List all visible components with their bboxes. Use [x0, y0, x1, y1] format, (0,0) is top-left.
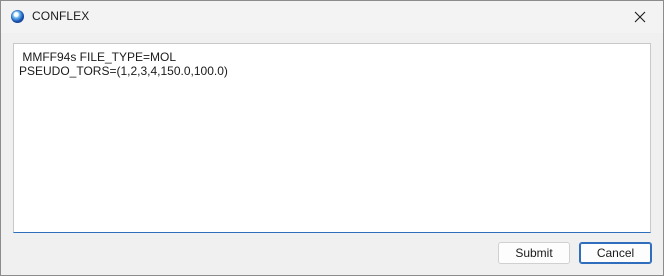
input-line-2: PSEUDO_TORS=(1,2,3,4,150.0,100.0) [19, 64, 228, 78]
cancel-button[interactable]: Cancel [579, 242, 652, 264]
conflex-dialog: CONFLEX MMFF94s FILE_TYPE=MOL PSEUDO_TOR… [0, 0, 664, 276]
submit-button[interactable]: Submit [498, 242, 570, 264]
window-title: CONFLEX [32, 9, 90, 23]
title-bar[interactable]: CONFLEX [1, 1, 663, 33]
conflex-app-icon [11, 10, 24, 23]
input-line-1: MMFF94s FILE_TYPE=MOL [19, 50, 177, 64]
close-button[interactable] [617, 1, 663, 33]
close-icon [634, 11, 646, 23]
input-text-area[interactable]: MMFF94s FILE_TYPE=MOL PSEUDO_TORS=(1,2,3… [13, 43, 651, 233]
input-text-content: MMFF94s FILE_TYPE=MOL PSEUDO_TORS=(1,2,3… [19, 50, 228, 78]
